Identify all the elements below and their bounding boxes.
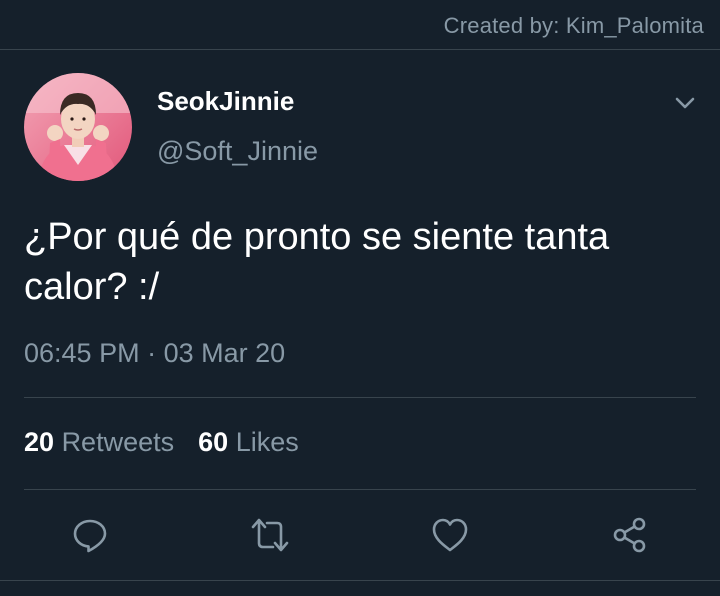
- creator-bar: Created by: Kim_Palomita: [0, 0, 720, 50]
- heart-icon: [432, 518, 468, 552]
- retweets-count: 20: [24, 427, 55, 457]
- tweet-text-line: calor? :/: [24, 266, 160, 308]
- divider: [0, 580, 720, 581]
- retweets-label: Retweets: [61, 427, 175, 457]
- tweet-stats: 20 Retweets 60 Likes: [24, 427, 299, 458]
- share-button[interactable]: [608, 513, 652, 557]
- like-button[interactable]: [428, 513, 472, 557]
- profile-photo-icon: [24, 73, 132, 181]
- share-icon: [613, 517, 646, 553]
- retweets-stat[interactable]: 20 Retweets: [24, 427, 174, 457]
- comment-icon: [73, 519, 107, 553]
- creator-watermark: Created by: Kim_Palomita: [443, 13, 704, 38]
- user-handle[interactable]: @Soft_Jinnie: [157, 136, 318, 167]
- likes-label: Likes: [235, 427, 299, 457]
- tweet-text-line: ¿Por qué de pronto se siente tanta: [24, 216, 610, 258]
- meta-separator: ·: [139, 338, 164, 368]
- divider: [24, 489, 696, 490]
- retweet-icon: [251, 518, 289, 552]
- tweet-text: ¿Por qué de pronto se siente tanta calor…: [24, 212, 704, 312]
- divider: [24, 397, 696, 398]
- avatar[interactable]: [24, 73, 132, 181]
- likes-stat[interactable]: 60 Likes: [198, 427, 299, 457]
- tweet-time: 06:45 PM: [24, 338, 140, 368]
- tweet-timestamp[interactable]: 06:45 PM · 03 Mar 20: [24, 338, 285, 369]
- tweet-date: 03 Mar 20: [163, 338, 286, 368]
- chevron-down-icon[interactable]: [674, 92, 696, 114]
- retweet-button[interactable]: [248, 513, 292, 557]
- tweet-screenshot: Created by: Kim_Palomita SeokJinnie @Sof…: [0, 0, 720, 596]
- reply-button[interactable]: [68, 513, 112, 557]
- display-name[interactable]: SeokJinnie: [157, 86, 294, 117]
- likes-count: 60: [198, 427, 229, 457]
